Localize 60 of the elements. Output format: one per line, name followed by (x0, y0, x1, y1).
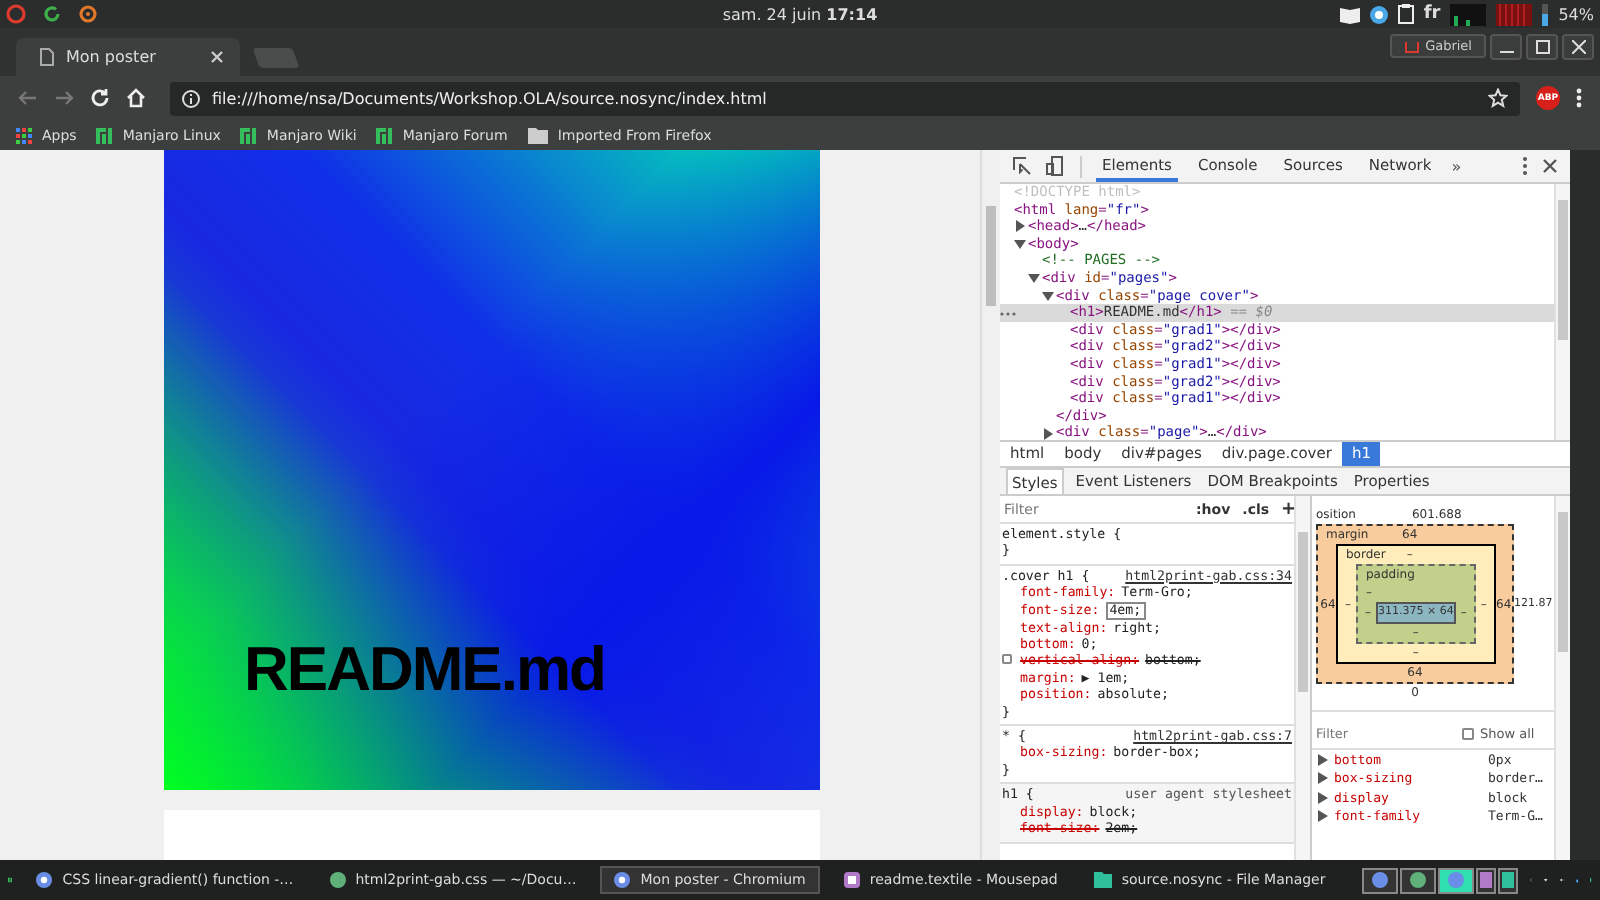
book-icon[interactable] (1339, 5, 1360, 23)
chromium-icon (1371, 872, 1388, 888)
manjaro-logo-icon (96, 127, 113, 143)
apps-grid-icon (16, 127, 32, 143)
editor-icon (329, 872, 346, 888)
menu-icon[interactable] (1576, 88, 1582, 108)
maximize-icon (1535, 40, 1549, 54)
manjaro-logo-icon (240, 127, 257, 143)
clipboard-icon[interactable] (1397, 4, 1414, 24)
battery-level: 54% (1558, 5, 1594, 23)
device-icon[interactable] (1046, 156, 1066, 176)
collapsed-arrow-icon[interactable] (1042, 427, 1054, 440)
more-tabs-button[interactable]: » (1451, 157, 1462, 175)
expanded-arrow-icon[interactable] (1014, 238, 1026, 251)
clock: sam. 24 juin 17:14 (720, 5, 880, 23)
folder-icon (527, 127, 548, 143)
expanded-arrow-icon[interactable] (1042, 289, 1054, 302)
maximize-button[interactable] (1526, 34, 1558, 60)
tab-title: Mon poster (66, 48, 158, 66)
editor-icon (1409, 872, 1426, 888)
refresh-icon[interactable] (42, 4, 62, 24)
show-all-checkbox[interactable] (1462, 728, 1474, 740)
power-icon[interactable] (6, 4, 26, 24)
home-icon[interactable] (126, 88, 146, 108)
address-bar[interactable]: file:///home/nsa/Documents/Workshop.OLA/source.nosync/index.html (170, 81, 1520, 115)
settings-icon[interactable] (78, 4, 98, 24)
cpu-graph-icon (1450, 3, 1487, 25)
info-icon[interactable] (182, 89, 200, 107)
minimize-button[interactable] (1490, 34, 1522, 60)
keyboard-layout[interactable]: fr (1423, 4, 1441, 24)
computed-scrollbar[interactable] (1554, 496, 1570, 860)
folder-icon (1501, 872, 1514, 888)
inspect-icon[interactable] (1012, 156, 1032, 176)
memory-graph-icon (1496, 3, 1533, 25)
chromium-icon (614, 872, 631, 888)
star-icon[interactable] (1488, 88, 1508, 108)
chromium-icon (36, 872, 53, 888)
workspace-switcher[interactable] (1361, 867, 1518, 893)
expanded-arrow-icon[interactable] (1028, 272, 1040, 285)
reload-icon[interactable] (90, 88, 110, 108)
collapsed-arrow-icon[interactable] (1014, 220, 1026, 233)
chromium-icon[interactable] (1369, 5, 1388, 23)
close-icon[interactable] (1542, 158, 1558, 174)
page-scrollbar[interactable] (980, 150, 1000, 860)
page-icon (40, 48, 54, 66)
close-icon (1571, 40, 1585, 54)
notepad-icon (843, 872, 860, 888)
more-icon[interactable] (1000, 312, 1016, 317)
url-text: file:///home/nsa/Documents/Workshop.OLA/source.nosync/index.html (212, 89, 767, 107)
notepad-icon (1479, 872, 1492, 888)
chromium-icon (1447, 872, 1464, 888)
folder-icon (1093, 872, 1112, 888)
close-window-button[interactable] (1562, 34, 1594, 60)
manjaro-logo-icon (376, 127, 393, 143)
kebab-menu-icon[interactable] (1522, 156, 1528, 176)
dom-scrollbar[interactable] (1554, 184, 1570, 440)
battery-icon (1542, 3, 1549, 25)
browser-tab[interactable]: Mon poster (16, 38, 240, 76)
styles-scrollbar[interactable] (1294, 496, 1310, 860)
new-rule-button[interactable]: + (1281, 499, 1294, 519)
